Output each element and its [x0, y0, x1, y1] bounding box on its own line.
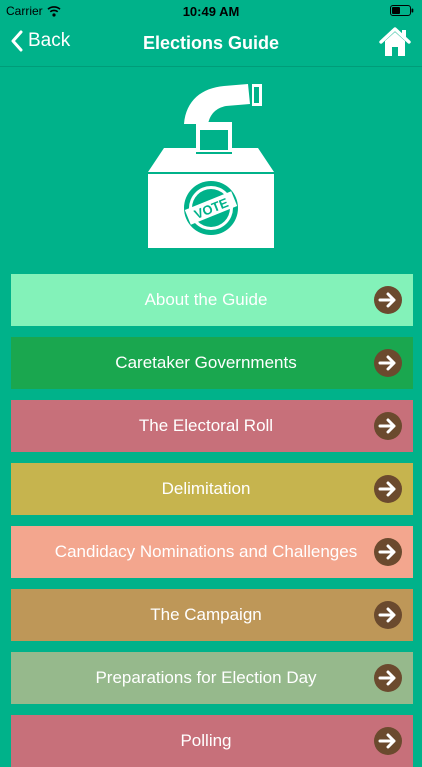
- battery-icon: [390, 5, 414, 16]
- status-time: 10:49 AM: [182, 4, 240, 19]
- menu-item-the-electoral-roll[interactable]: The Electoral Roll: [11, 400, 413, 452]
- menu-item-the-campaign[interactable]: The Campaign: [11, 589, 413, 641]
- page-title: Elections Guide: [142, 33, 280, 53]
- arrow-right-circle-icon: [374, 475, 402, 503]
- arrow-right-circle-icon: [374, 664, 402, 692]
- home-icon[interactable]: [378, 26, 412, 58]
- menu-item-polling[interactable]: Polling: [11, 715, 413, 767]
- menu-item-label: The Electoral Roll: [138, 416, 274, 435]
- arrow-right-circle-icon: [374, 286, 402, 314]
- menu-item-delimitation[interactable]: Delimitation: [11, 463, 413, 515]
- menu-item-preparations-election-day[interactable]: Preparations for Election Day: [11, 652, 413, 704]
- arrow-right-circle-icon: [374, 601, 402, 629]
- nav-divider: [0, 66, 422, 67]
- arrow-right-circle-icon: [374, 538, 402, 566]
- menu-item-label: Polling: [180, 731, 232, 750]
- menu-item-caretaker-governments[interactable]: Caretaker Governments: [11, 337, 413, 389]
- menu-item-label: Delimitation: [161, 479, 251, 498]
- ballot-box-vote-icon: VOTE: [148, 84, 274, 248]
- menu-item-label: About the Guide: [144, 290, 268, 309]
- navigation-bar: Back Elections Guide: [0, 22, 422, 66]
- menu-item-label: The Campaign: [150, 605, 262, 624]
- status-bar: Carrier 10:49 AM: [0, 0, 422, 22]
- menu-item-label: Preparations for Election Day: [95, 668, 317, 687]
- arrow-right-circle-icon: [374, 727, 402, 755]
- menu-item-label: Caretaker Governments: [115, 353, 297, 372]
- arrow-right-circle-icon: [374, 349, 402, 377]
- menu-item-about-the-guide[interactable]: About the Guide: [11, 274, 413, 326]
- menu-item-label: Candidacy Nominations and Challenges: [54, 542, 358, 561]
- arrow-right-circle-icon: [374, 412, 402, 440]
- menu-item-candidacy-nominations[interactable]: Candidacy Nominations and Challenges: [11, 526, 413, 578]
